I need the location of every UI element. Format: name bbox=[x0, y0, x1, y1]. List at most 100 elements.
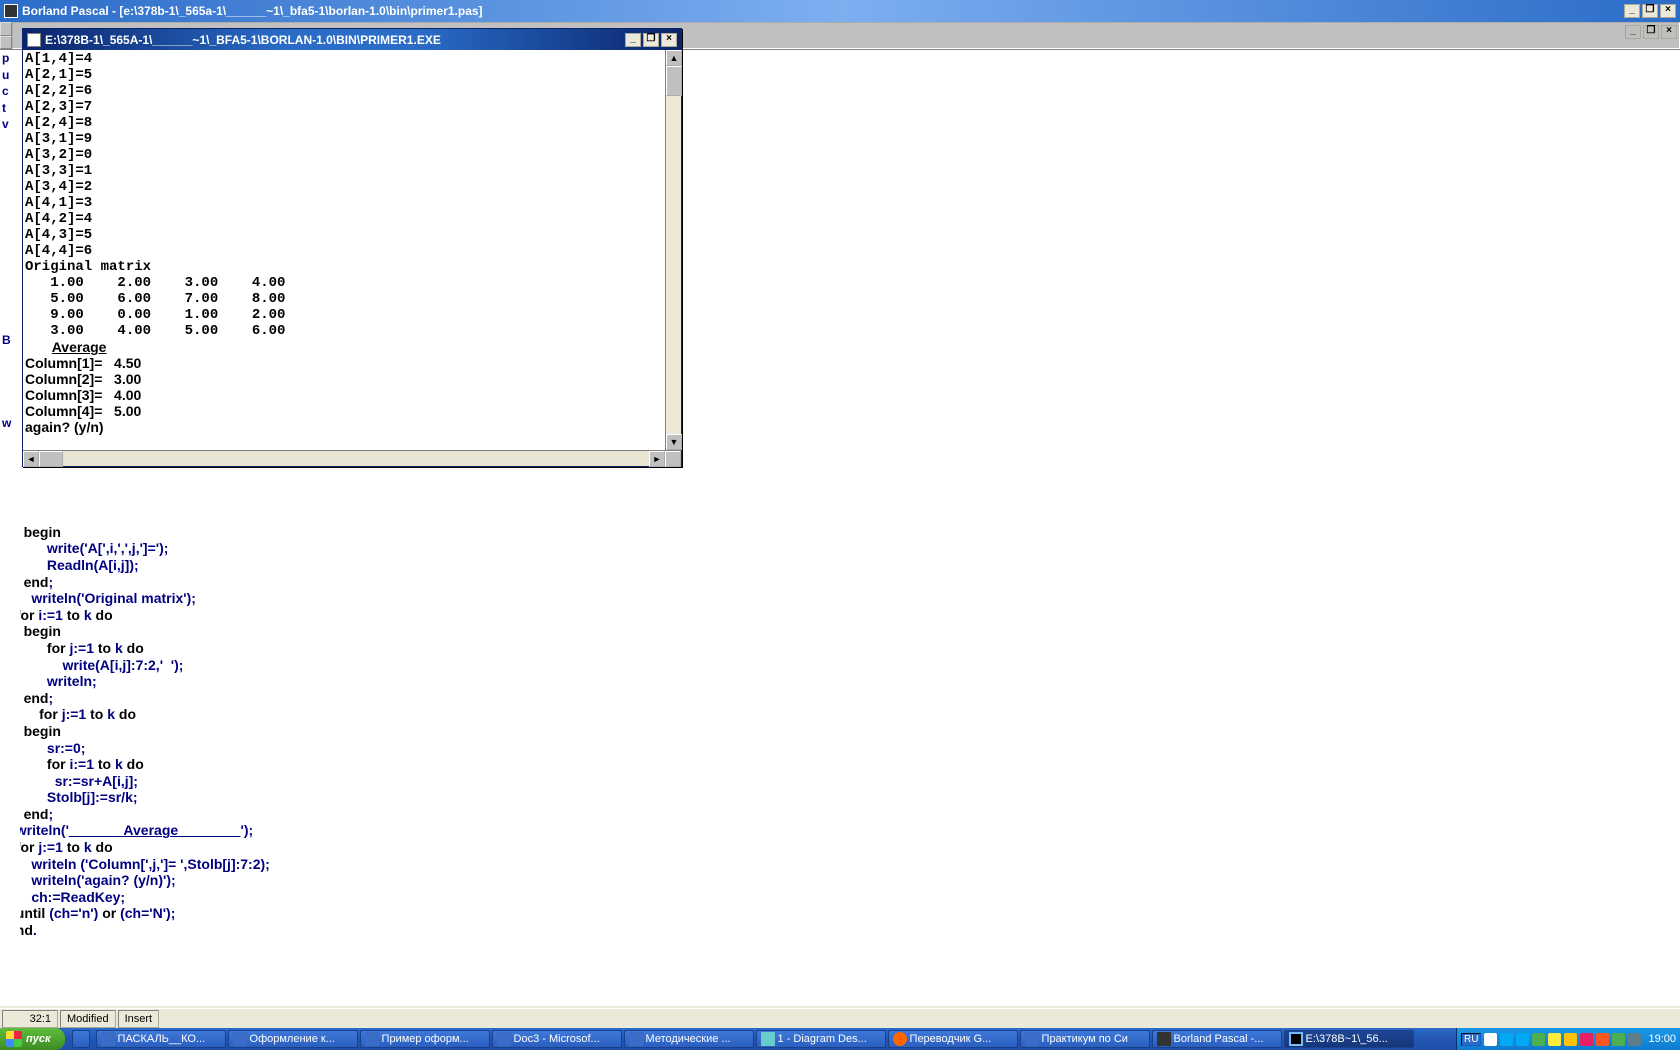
insert-mode: Insert bbox=[118, 1010, 160, 1028]
tray-icon[interactable] bbox=[1532, 1033, 1545, 1046]
scroll-left-arrow[interactable]: ◄ bbox=[23, 451, 39, 467]
task-buttons: ПАСКАЛЬ__КО... Оформление к... Пример офор… bbox=[91, 1028, 1456, 1050]
close-button[interactable]: × bbox=[1660, 4, 1676, 18]
task-button[interactable]: Переводчик G... bbox=[888, 1030, 1018, 1048]
scroll-right-arrow[interactable]: ► bbox=[649, 451, 665, 467]
tray-icon[interactable] bbox=[1612, 1033, 1625, 1046]
main-titlebar: Borland Pascal - [e:\378b-1\_565a-1\____… bbox=[0, 0, 1680, 22]
source-line[interactable]: end. bbox=[0, 922, 1674, 939]
tray-icon[interactable] bbox=[1548, 1033, 1561, 1046]
console-titlebar[interactable]: E:\378B-1\_565A-1\______~1\_BFA5-1\BORLA… bbox=[23, 29, 681, 50]
gutter: puctv B w bbox=[0, 50, 20, 1006]
app-icon bbox=[4, 4, 18, 18]
task-icon bbox=[365, 1032, 379, 1046]
status-bar: 32:1 Modified Insert bbox=[0, 1008, 1680, 1028]
task-icon bbox=[629, 1032, 643, 1046]
source-line[interactable]: end; bbox=[0, 690, 1674, 707]
task-label: E:\378B~1\_56... bbox=[1306, 1033, 1388, 1045]
source-line[interactable]: sr:=sr+A[i,j]; bbox=[0, 773, 1674, 790]
quick-launch[interactable] bbox=[72, 1030, 90, 1048]
scroll-down-arrow[interactable]: ▼ bbox=[666, 434, 682, 450]
start-button[interactable]: пуск bbox=[0, 1028, 65, 1050]
mdi-minimize-button[interactable]: _ bbox=[1625, 25, 1641, 39]
task-button[interactable]: Практикум по Си bbox=[1020, 1030, 1150, 1048]
hscroll-thumb[interactable] bbox=[39, 451, 63, 467]
modified-indicator: Modified bbox=[60, 1010, 116, 1028]
vscroll-thumb[interactable] bbox=[666, 66, 682, 96]
main-title: Borland Pascal - [e:\378b-1\_565a-1\____… bbox=[22, 4, 1622, 18]
source-line[interactable]: for i:=1 to k do bbox=[0, 756, 1674, 773]
source-line[interactable]: write(A[i,j]:7:2,' '); bbox=[0, 657, 1674, 674]
mdi-restore-button[interactable]: ❐ bbox=[1643, 25, 1659, 39]
console-title: E:\378B-1\_565A-1\______~1\_BFA5-1\BORLA… bbox=[45, 33, 623, 47]
resize-grip[interactable] bbox=[665, 451, 681, 467]
task-label: Переводчик G... bbox=[910, 1033, 992, 1045]
task-icon bbox=[1289, 1032, 1303, 1046]
tray-icon[interactable] bbox=[1516, 1033, 1529, 1046]
console-minimize-button[interactable]: _ bbox=[625, 33, 641, 47]
task-label: Пример оформ... bbox=[382, 1033, 469, 1045]
console-vertical-scrollbar[interactable]: ▲ ▼ bbox=[665, 50, 681, 450]
mdi-close-button[interactable]: × bbox=[1661, 25, 1677, 39]
document-icon bbox=[27, 33, 41, 47]
cursor-position: 32:1 bbox=[2, 1010, 58, 1028]
task-button[interactable]: E:\378B~1\_56... bbox=[1284, 1030, 1414, 1048]
source-line[interactable]: begin bbox=[0, 623, 1674, 640]
task-icon bbox=[1025, 1032, 1039, 1046]
task-button[interactable]: Пример оформ... bbox=[360, 1030, 490, 1048]
source-line[interactable]: writeln ('Column[',j,']= ',Stolb[j]:7:2)… bbox=[0, 856, 1674, 873]
system-tray[interactable]: RU 19:00 bbox=[1456, 1028, 1680, 1050]
source-line[interactable]: begin bbox=[0, 723, 1674, 740]
source-line[interactable]: sr:=0; bbox=[0, 740, 1674, 757]
task-icon bbox=[497, 1032, 511, 1046]
maximize-button[interactable]: ❐ bbox=[1642, 4, 1658, 18]
console-close-button[interactable]: × bbox=[661, 33, 677, 47]
tray-icon[interactable] bbox=[1500, 1033, 1513, 1046]
console-window[interactable]: E:\378B-1\_565A-1\______~1\_BFA5-1\BORLA… bbox=[22, 28, 682, 467]
source-line[interactable]: writeln('Original matrix'); bbox=[0, 590, 1674, 607]
task-icon bbox=[101, 1032, 115, 1046]
source-line[interactable]: until (ch='n') or (ch='N'); bbox=[0, 905, 1674, 922]
source-line[interactable]: writeln('_______Average________'); bbox=[0, 822, 1674, 839]
task-label: Оформление к... bbox=[250, 1033, 335, 1045]
task-label: Doc3 - Microsof... bbox=[514, 1033, 600, 1045]
tray-icon[interactable] bbox=[1564, 1033, 1577, 1046]
task-button[interactable]: Оформление к... bbox=[228, 1030, 358, 1048]
task-button[interactable]: Doc3 - Microsof... bbox=[492, 1030, 622, 1048]
task-icon bbox=[761, 1032, 775, 1046]
language-indicator[interactable]: RU bbox=[1461, 1033, 1481, 1046]
source-line[interactable]: end; bbox=[0, 806, 1674, 823]
task-button[interactable]: Методические ... bbox=[624, 1030, 754, 1048]
source-line[interactable]: ch:=ReadKey; bbox=[0, 889, 1674, 906]
source-line[interactable]: for j:=1 to k do bbox=[0, 706, 1674, 723]
clock[interactable]: 19:00 bbox=[1644, 1033, 1676, 1045]
taskbar: пуск ПАСКАЛЬ__КО... Оформление к... Пример… bbox=[0, 1028, 1680, 1050]
source-line[interactable]: end; bbox=[0, 574, 1674, 591]
console-horizontal-scrollbar[interactable]: ◄ ► bbox=[23, 450, 681, 466]
source-line[interactable]: for j:=1 to k do bbox=[0, 839, 1674, 856]
task-button[interactable]: Borland Pascal -... bbox=[1152, 1030, 1282, 1048]
task-button[interactable]: 1 - Diagram Des... bbox=[756, 1030, 886, 1048]
tray-icon[interactable] bbox=[1484, 1033, 1497, 1046]
source-line[interactable]: write('A[',i,',',j,']='); bbox=[0, 540, 1674, 557]
source-line[interactable]: Readln(A[i,j]); bbox=[0, 557, 1674, 574]
source-line[interactable]: writeln('again? (y/n)'); bbox=[0, 872, 1674, 889]
task-label: 1 - Diagram Des... bbox=[778, 1033, 867, 1045]
tray-icon[interactable] bbox=[1628, 1033, 1641, 1046]
source-line[interactable]: Stolb[j]:=sr/k; bbox=[0, 789, 1674, 806]
source-line[interactable]: for j:=1 to k do bbox=[0, 640, 1674, 657]
tray-icon[interactable] bbox=[1580, 1033, 1593, 1046]
task-button[interactable]: ПАСКАЛЬ__КО... bbox=[96, 1030, 226, 1048]
source-line[interactable]: writeln; bbox=[0, 673, 1674, 690]
task-label: Практикум по Си bbox=[1042, 1033, 1128, 1045]
task-label: ПАСКАЛЬ__КО... bbox=[118, 1033, 206, 1045]
task-icon bbox=[1157, 1032, 1171, 1046]
tray-icon[interactable] bbox=[1596, 1033, 1609, 1046]
task-icon bbox=[893, 1032, 907, 1046]
minimize-button[interactable]: _ bbox=[1624, 4, 1640, 18]
source-line[interactable]: begin bbox=[0, 524, 1674, 541]
scroll-up-arrow[interactable]: ▲ bbox=[666, 50, 682, 66]
task-icon bbox=[233, 1032, 247, 1046]
console-maximize-button[interactable]: ❐ bbox=[643, 33, 659, 47]
source-line[interactable]: for i:=1 to k do bbox=[0, 607, 1674, 624]
